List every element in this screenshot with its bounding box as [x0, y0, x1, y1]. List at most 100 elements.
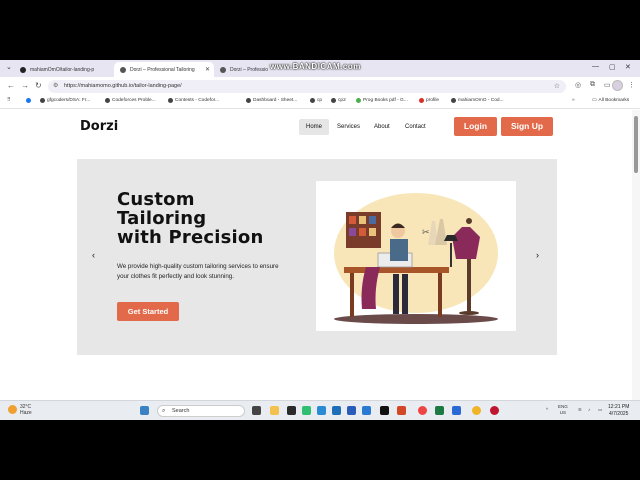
nav-about[interactable]: About	[367, 119, 397, 135]
chrome-icon[interactable]	[418, 406, 427, 415]
tray-overflow-icon[interactable]: ^	[546, 407, 548, 413]
table-leg	[438, 273, 442, 317]
thread-spool	[369, 216, 376, 224]
codeforces-icon	[105, 98, 110, 103]
site-info-icon[interactable]: ⚙	[53, 80, 58, 93]
bookmark-item[interactable]: Contests - Codefor...	[168, 98, 219, 103]
signup-button[interactable]: Sign Up	[501, 117, 553, 136]
scrollbar-thumb[interactable]	[634, 116, 638, 173]
bookmark-item[interactable]: profile	[419, 98, 439, 103]
bookmark-label: Prog Books pdf - G...	[363, 98, 408, 103]
bookmark-item[interactable]: gfgcoders/DSA: Fr...	[40, 98, 90, 103]
site-icon	[310, 98, 315, 103]
apps-icon[interactable]: ⠿	[7, 98, 11, 103]
profile-site-icon	[419, 98, 424, 103]
thread-spool	[369, 228, 376, 236]
start-button[interactable]	[140, 406, 149, 415]
vscode-icon[interactable]	[362, 406, 371, 415]
bookmark-item[interactable]: mahiamOmO - Cod...	[451, 98, 504, 103]
carousel-next-button[interactable]: ›	[536, 250, 539, 260]
weather-widget[interactable]: 32°C Haze	[8, 404, 32, 416]
tab-title: Dorzi – Professio	[230, 66, 269, 73]
nav-services[interactable]: Services	[330, 119, 367, 135]
store-icon[interactable]	[332, 406, 341, 415]
task-view-icon[interactable]	[252, 406, 261, 415]
region-code: US	[559, 410, 567, 415]
codeforces-icon	[168, 98, 173, 103]
tab-dorzi-active[interactable]: Dorzi – Professional Tailoring ✕	[114, 62, 214, 77]
site-logo[interactable]: Dorzi	[80, 119, 118, 134]
nav-home[interactable]: Home	[299, 119, 330, 135]
volume-icon[interactable]: ♪	[588, 407, 590, 413]
weather-text: 32°C Haze	[20, 404, 32, 416]
language-indicator[interactable]: ENG US	[558, 404, 568, 416]
facebook-bookmark[interactable]	[26, 98, 33, 103]
wifi-icon[interactable]: ≋	[578, 407, 582, 413]
bookmark-star-icon[interactable]: ☆	[554, 80, 560, 93]
github-icon	[40, 98, 45, 103]
bookmark-item[interactable]: Codeforces Proble...	[105, 98, 156, 103]
windows-taskbar: 32°C Haze ⌕ Search ^ ENG US ≋ ♪ ▭ 12:21 …	[0, 400, 640, 420]
maximize-icon[interactable]: ▢	[609, 63, 616, 71]
profile-avatar[interactable]	[612, 80, 623, 91]
clock[interactable]: 12:21 PM 4/7/2025	[608, 404, 629, 418]
tab-github[interactable]: mahiamOmO/tailor-landing-p	[14, 62, 114, 77]
close-window-icon[interactable]: ✕	[625, 63, 631, 71]
edge-icon[interactable]	[317, 406, 326, 415]
screenshot-icon[interactable]: ◎	[575, 81, 581, 89]
bookmark-item[interactable]: Dashboard - Sheet...	[246, 98, 297, 103]
excel-icon[interactable]	[435, 406, 444, 415]
sidebar-icon[interactable]: ▭	[604, 81, 611, 89]
chrome-icon[interactable]	[472, 406, 481, 415]
all-bookmarks[interactable]: ▭ All Bookmarks	[592, 98, 629, 103]
github-icon	[20, 66, 26, 73]
tailor-leg	[393, 274, 399, 314]
back-icon[interactable]: ←	[7, 81, 15, 90]
table-leg	[350, 273, 354, 317]
forward-icon[interactable]: →	[21, 81, 29, 90]
get-started-button[interactable]: Get Started	[117, 302, 179, 321]
tab-dorzi[interactable]: Dorzi – Professio	[214, 62, 270, 77]
extensions-icon[interactable]: ⧉	[590, 81, 595, 89]
globe-icon	[220, 66, 226, 73]
lamp-pole	[450, 243, 452, 267]
search-placeholder: Search	[172, 408, 190, 414]
recording-app-icon[interactable]	[490, 406, 499, 415]
app-icon[interactable]	[287, 406, 296, 415]
url-bar[interactable]: ⚙ https://mahiamomo.github.io/tailor-lan…	[48, 80, 566, 93]
bookmark-item[interactable]: cp2	[331, 98, 346, 103]
screen: ⌄ mahiamOmO/tailor-landing-p Dorzi – Pro…	[0, 60, 640, 420]
more-bookmarks-icon[interactable]: »	[572, 98, 575, 103]
bookmark-label: cp2	[338, 98, 346, 103]
menu-icon[interactable]: ⋮	[628, 81, 635, 89]
reload-icon[interactable]: ↻	[35, 81, 42, 90]
terminal-icon[interactable]	[380, 406, 389, 415]
battery-icon[interactable]: ▭	[598, 407, 602, 413]
bookmark-item[interactable]: cp	[310, 98, 322, 103]
powerpoint-icon[interactable]	[397, 406, 406, 415]
login-button[interactable]: Login	[454, 117, 497, 136]
thread-spool	[349, 228, 356, 236]
word-icon[interactable]	[347, 406, 356, 415]
nav-contact[interactable]: Contact	[398, 119, 433, 135]
carousel-prev-button[interactable]: ‹	[92, 250, 95, 260]
tab-search-icon[interactable]: ⌄	[6, 63, 12, 71]
folder-icon: ▭	[592, 98, 597, 103]
bookmark-item[interactable]: Prog Books pdf - G...	[356, 98, 408, 103]
minimize-icon[interactable]: —	[592, 63, 599, 70]
globe-icon	[120, 66, 126, 73]
tailor-body	[390, 239, 408, 261]
hero-title-line: Custom	[117, 189, 195, 210]
site-icon	[451, 98, 456, 103]
file-explorer-icon[interactable]	[270, 406, 279, 415]
work-table	[344, 267, 449, 273]
weather-desc: Haze	[20, 410, 32, 416]
bookmark-label: Contests - Codefor...	[175, 98, 219, 103]
close-tab-icon[interactable]: ✕	[205, 66, 210, 73]
whatsapp-icon[interactable]	[302, 406, 311, 415]
thread-spool	[349, 216, 356, 224]
outlook-icon[interactable]	[452, 406, 461, 415]
taskbar-search[interactable]: ⌕ Search	[157, 405, 245, 417]
bookmark-label: Codeforces Proble...	[112, 98, 156, 103]
hero-title: Custom Tailoring with Precision	[117, 190, 287, 247]
